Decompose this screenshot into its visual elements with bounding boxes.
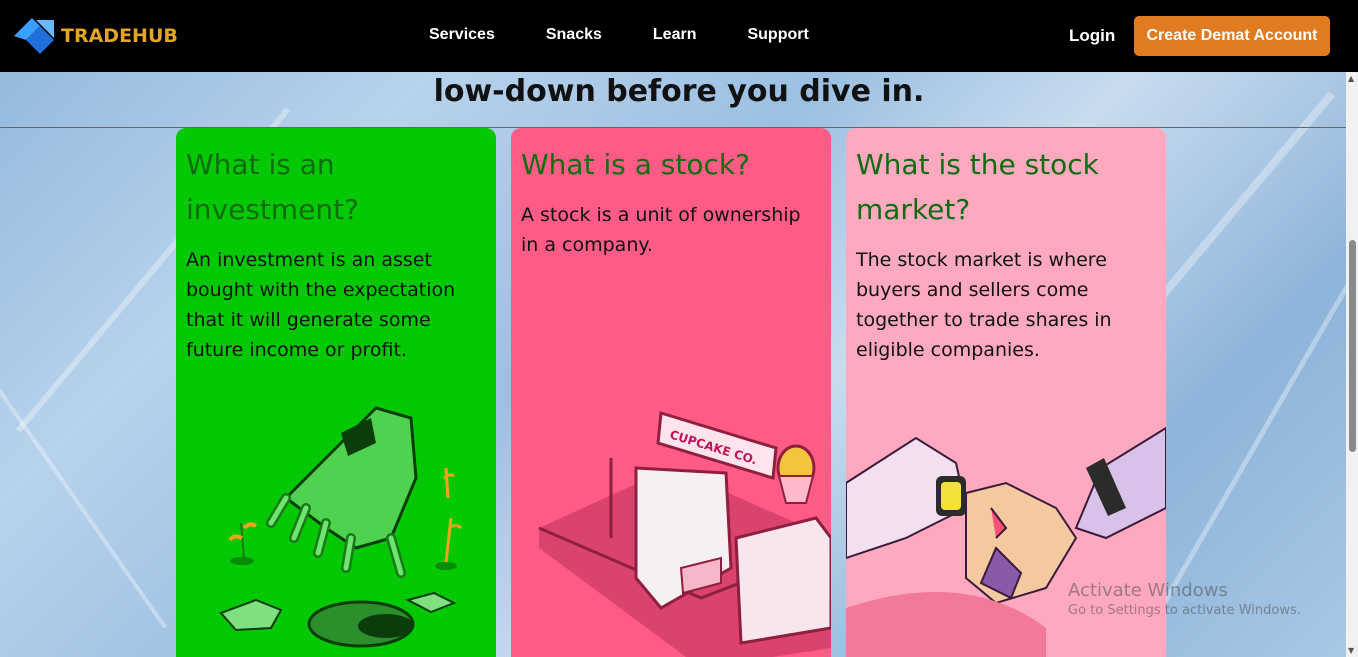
card-text: The stock market is where buyers and sel… bbox=[856, 249, 1112, 361]
tradehub-logo-icon bbox=[14, 18, 54, 54]
nav-learn[interactable]: Learn bbox=[653, 26, 697, 44]
card-title: What is the stock market? bbox=[856, 148, 1099, 226]
nav-links: Services Snacks Learn Support bbox=[429, 26, 860, 44]
card-investment: What is an investment? An investment is … bbox=[176, 128, 496, 657]
card-stock: What is a stock? A stock is a unit of ow… bbox=[511, 128, 831, 657]
nav-support[interactable]: Support bbox=[747, 26, 808, 44]
card-text: A stock is a unit of ownership in a comp… bbox=[521, 204, 801, 256]
create-demat-account-button[interactable]: Create Demat Account bbox=[1134, 16, 1330, 56]
robot-hand-planting-icon bbox=[219, 406, 463, 648]
scroll-up-icon[interactable]: ▲ bbox=[1348, 74, 1354, 83]
card-stock-market: What is the stock market? The stock mark… bbox=[846, 128, 1166, 657]
brand-name: TRADEHUB bbox=[61, 25, 178, 47]
brand[interactable]: TRADEHUB bbox=[12, 16, 178, 56]
card-title: What is an investment? bbox=[186, 148, 359, 226]
watermark-title: Activate Windows bbox=[1068, 580, 1228, 601]
background-streak bbox=[0, 331, 167, 629]
cupcake-shop-icon: CUPCAKE CO. bbox=[538, 411, 831, 657]
navbar: TRADEHUB Services Snacks Learn Support L… bbox=[0, 0, 1358, 72]
section-heading: low-down before you dive in. bbox=[433, 74, 925, 109]
scrollbar[interactable]: ▲ ▼ bbox=[1346, 72, 1358, 657]
watermark-subtitle: Go to Settings to activate Windows. bbox=[1068, 603, 1301, 618]
nav-services[interactable]: Services bbox=[429, 26, 495, 44]
scroll-down-icon[interactable]: ▼ bbox=[1348, 646, 1354, 655]
login-link[interactable]: Login bbox=[1069, 26, 1115, 46]
card-title: What is a stock? bbox=[521, 148, 750, 181]
background-streak bbox=[1155, 284, 1350, 616]
scroll-thumb[interactable] bbox=[1349, 240, 1356, 452]
windows-activation-watermark: Activate Windows Go to Settings to activ… bbox=[1068, 580, 1301, 618]
nav-snacks[interactable]: Snacks bbox=[546, 26, 602, 44]
card-text: An investment is an asset bought with th… bbox=[186, 249, 456, 361]
